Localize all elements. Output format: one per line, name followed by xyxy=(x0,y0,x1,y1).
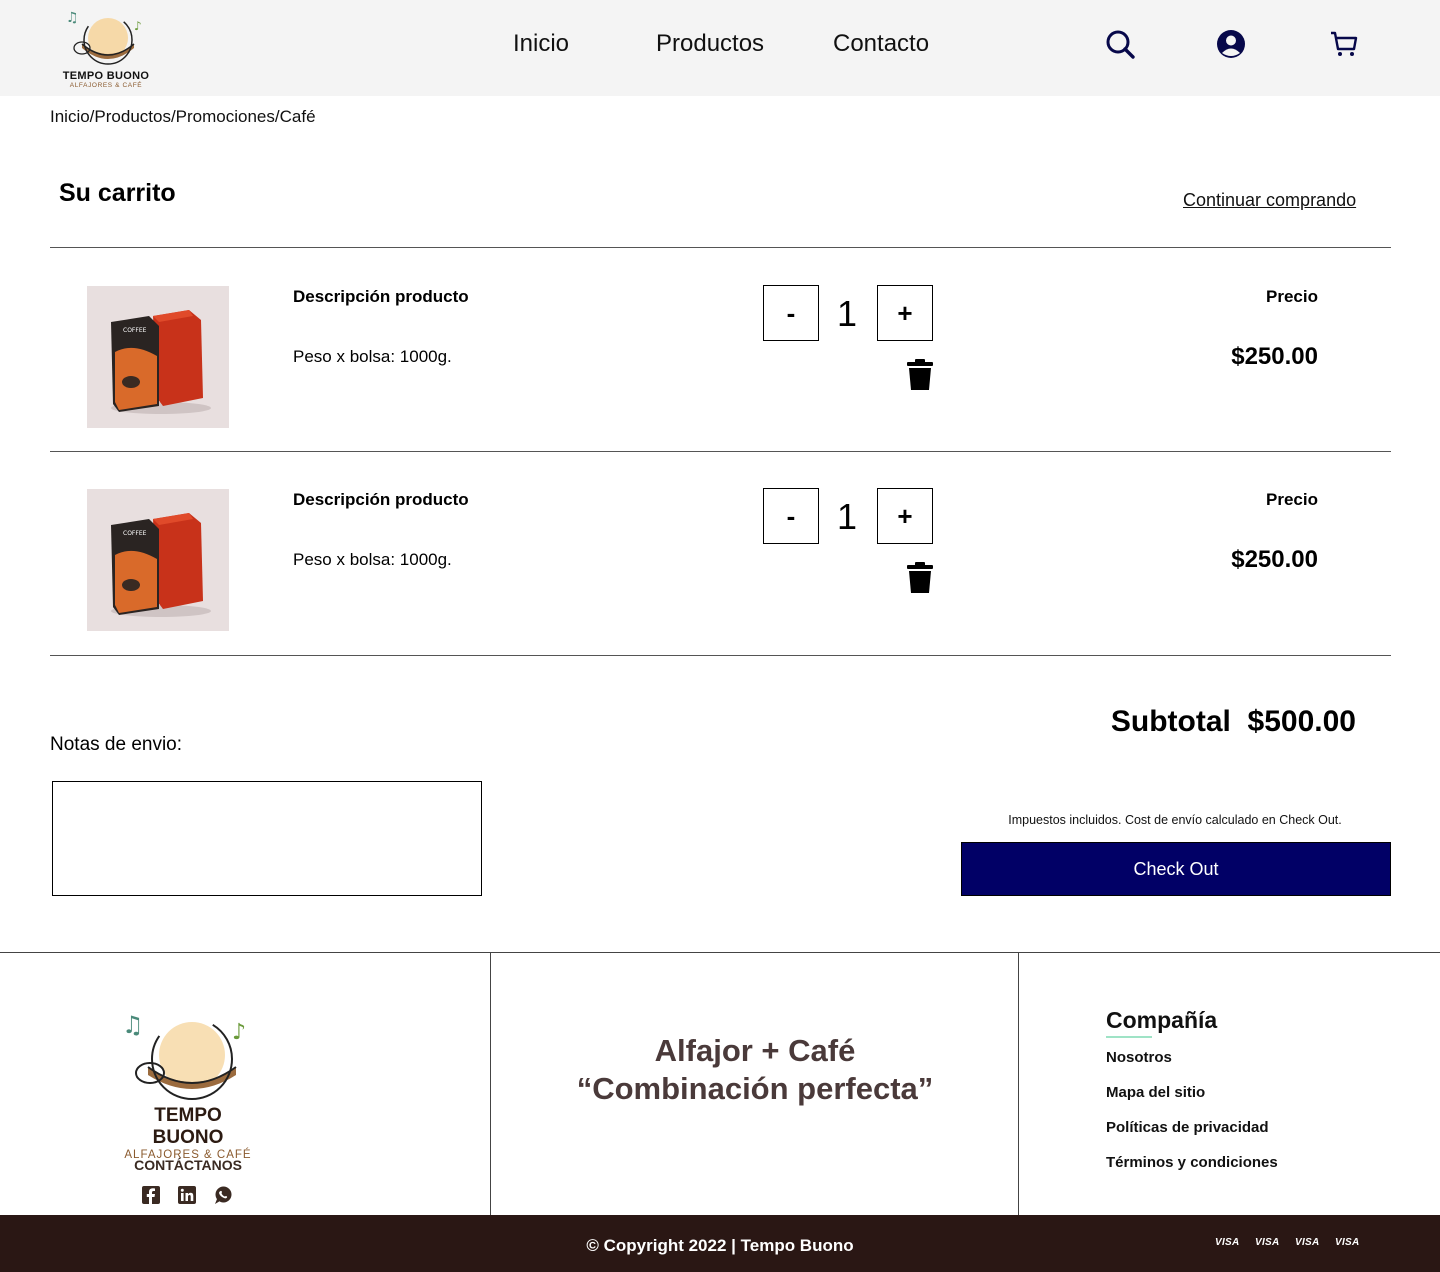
decrease-quantity-button[interactable]: - xyxy=(763,488,819,544)
page-title: Su carrito xyxy=(59,179,176,207)
visa-icon: VISA xyxy=(1215,1237,1240,1248)
product-weight: Peso x bolsa: 1000g. xyxy=(293,550,452,569)
company-heading: Compañía xyxy=(1106,1007,1218,1033)
footer-brand-name: TEMPO BUONO xyxy=(152,1105,224,1148)
cart-item: COFFEE Descripción producto Peso x bolsa… xyxy=(0,249,1440,453)
slogan-line-2: “Combinación perfecta” xyxy=(576,1071,934,1106)
breadcrumb[interactable]: Inicio/Productos/Promociones/Café xyxy=(50,107,316,127)
checkout-button[interactable]: Check Out xyxy=(961,842,1391,896)
quantity-value: 1 xyxy=(836,293,858,334)
footer-slogan: Alfajor + Café “Combinación perfecta” xyxy=(491,1032,1019,1108)
item-price: $250.00 xyxy=(1231,343,1318,370)
slogan-line-1: Alfajor + Café xyxy=(654,1033,856,1068)
visa-icon: VISA xyxy=(1295,1237,1320,1248)
cart-icon[interactable] xyxy=(1328,28,1360,60)
visa-icon: VISA xyxy=(1255,1237,1280,1248)
cart-item: COFFEE Descripción producto Peso x bolsa… xyxy=(0,452,1440,656)
continue-shopping-link[interactable]: Continuar comprando xyxy=(1183,190,1356,211)
divider xyxy=(50,655,1391,656)
footer-link-terms[interactable]: Términos y condiciones xyxy=(1106,1154,1278,1171)
whatsapp-icon[interactable] xyxy=(214,1186,232,1204)
site-header: ♫ ♪ TEMPO BUONO ALFAJORES & CAFÉ Inicio … xyxy=(0,0,1440,96)
footer-link-sitemap[interactable]: Mapa del sitio xyxy=(1106,1084,1205,1101)
product-weight: Peso x bolsa: 1000g. xyxy=(293,347,452,366)
subtotal: Subtotal $500.00 xyxy=(1110,705,1356,738)
linkedin-icon[interactable] xyxy=(178,1186,196,1204)
user-icon[interactable] xyxy=(1215,28,1247,60)
shipping-notes-input[interactable] xyxy=(52,781,482,896)
footer-link-nosotros[interactable]: Nosotros xyxy=(1106,1049,1172,1066)
coffee-cup-logo-icon: ♫ ♪ xyxy=(66,10,142,65)
coffee-cup-logo-icon: ♫ ♪ xyxy=(122,1011,246,1100)
brand-name: TEMPO BUONO xyxy=(62,70,150,82)
nav-productos[interactable]: Productos xyxy=(656,30,764,58)
trash-icon[interactable] xyxy=(906,562,934,594)
svg-text:COFFEE: COFFEE xyxy=(123,530,147,537)
product-image[interactable]: COFFEE xyxy=(87,489,229,631)
footer-brand-logo[interactable]: ♫ ♪ TEMPO BUONO ALFAJORES & CAFÉ xyxy=(118,1005,258,1161)
visa-icon: VISA xyxy=(1335,1237,1360,1248)
tax-note: Impuestos incluidos. Cost de envío calcu… xyxy=(1008,813,1342,827)
quantity-value: 1 xyxy=(836,496,858,537)
nav-contacto[interactable]: Contacto xyxy=(833,30,929,58)
svg-text:♪: ♪ xyxy=(232,1020,246,1045)
brand-logo[interactable]: ♫ ♪ TEMPO BUONO ALFAJORES & CAFÉ xyxy=(60,8,152,92)
search-icon[interactable] xyxy=(1104,28,1136,60)
decrease-quantity-button[interactable]: - xyxy=(763,285,819,341)
product-description: Descripción producto xyxy=(293,490,469,509)
trash-icon[interactable] xyxy=(906,359,934,391)
svg-text:COFFEE: COFFEE xyxy=(123,327,147,334)
price-label: Precio xyxy=(1266,287,1318,306)
price-label: Precio xyxy=(1266,490,1318,509)
facebook-icon[interactable] xyxy=(142,1186,160,1204)
svg-text:♫: ♫ xyxy=(66,10,79,26)
nav-inicio[interactable]: Inicio xyxy=(513,30,569,58)
footer-divider xyxy=(0,952,1440,953)
shipping-notes-label: Notas de envio: xyxy=(50,734,183,755)
increase-quantity-button[interactable]: + xyxy=(877,488,933,544)
divider xyxy=(50,247,1391,248)
svg-text:♫: ♫ xyxy=(122,1011,144,1039)
brand-subtitle: ALFAJORES & CAFÉ xyxy=(69,82,143,89)
contact-heading: CONTÁCTANOS xyxy=(134,1157,242,1173)
company-heading-underline xyxy=(1106,1036,1152,1038)
increase-quantity-button[interactable]: + xyxy=(877,285,933,341)
footer-link-privacy[interactable]: Políticas de privacidad xyxy=(1106,1119,1269,1136)
item-price: $250.00 xyxy=(1231,546,1318,573)
svg-text:♪: ♪ xyxy=(134,19,142,33)
product-description: Descripción producto xyxy=(293,287,469,306)
product-image[interactable]: COFFEE xyxy=(87,286,229,428)
